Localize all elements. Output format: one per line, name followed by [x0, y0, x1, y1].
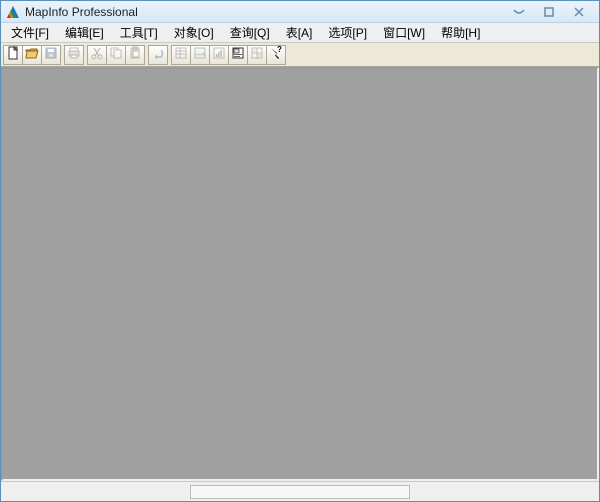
undo-icon	[151, 46, 165, 63]
app-window: MapInfo Professional 文件[F] 编辑[E] 工具[T] 对…	[0, 0, 600, 502]
map-window-icon	[193, 46, 207, 63]
toolbar-new-grapher-button[interactable]	[209, 45, 229, 65]
toolbar-new-button[interactable]	[3, 45, 23, 65]
cut-icon	[90, 46, 104, 63]
toolbar-undo-button[interactable]	[148, 45, 168, 65]
save-icon	[44, 46, 58, 63]
svg-text:?: ?	[277, 46, 282, 54]
toolbar: ?	[1, 43, 599, 67]
toolbar-new-redistrict-button[interactable]	[247, 45, 267, 65]
window-title: MapInfo Professional	[25, 5, 138, 19]
toolbar-context-help-button[interactable]: ?	[266, 45, 286, 65]
toolbar-new-mapper-button[interactable]	[190, 45, 210, 65]
menu-tools[interactable]: 工具[T]	[112, 22, 166, 43]
context-help-icon: ?	[269, 46, 283, 63]
toolbar-print-button[interactable]	[64, 45, 84, 65]
close-button[interactable]	[569, 5, 589, 19]
menu-object[interactable]: 对象[O]	[166, 22, 222, 43]
toolbar-copy-button[interactable]	[106, 45, 126, 65]
menu-help[interactable]: 帮助[H]	[433, 22, 488, 43]
title-bar: MapInfo Professional	[1, 1, 599, 23]
toolbar-save-button[interactable]	[41, 45, 61, 65]
toolbar-open-button[interactable]	[22, 45, 42, 65]
minimize-button[interactable]	[509, 5, 529, 19]
status-bar	[1, 481, 599, 501]
toolbar-new-layout-button[interactable]	[228, 45, 248, 65]
open-folder-icon	[25, 46, 39, 63]
status-well	[190, 485, 410, 499]
graph-window-icon	[212, 46, 226, 63]
app-logo-icon	[5, 4, 21, 20]
mdi-workspace	[1, 67, 599, 481]
toolbar-cut-button[interactable]	[87, 45, 107, 65]
print-icon	[67, 46, 81, 63]
layout-window-icon	[231, 46, 245, 63]
copy-icon	[109, 46, 123, 63]
new-file-icon	[6, 46, 20, 63]
toolbar-new-browser-button[interactable]	[171, 45, 191, 65]
menu-edit[interactable]: 编辑[E]	[57, 22, 112, 43]
toolbar-paste-button[interactable]	[125, 45, 145, 65]
browser-window-icon	[174, 46, 188, 63]
window-controls	[509, 5, 589, 19]
menu-options[interactable]: 选项[P]	[320, 22, 375, 43]
menu-window[interactable]: 窗口[W]	[375, 22, 433, 43]
paste-icon	[128, 46, 142, 63]
maximize-button[interactable]	[539, 5, 559, 19]
menu-file[interactable]: 文件[F]	[3, 22, 57, 43]
menu-query[interactable]: 查询[Q]	[222, 22, 278, 43]
menu-table[interactable]: 表[A]	[278, 22, 321, 43]
menu-bar: 文件[F] 编辑[E] 工具[T] 对象[O] 查询[Q] 表[A] 选项[P]…	[1, 23, 599, 43]
redistrict-window-icon	[250, 46, 264, 63]
